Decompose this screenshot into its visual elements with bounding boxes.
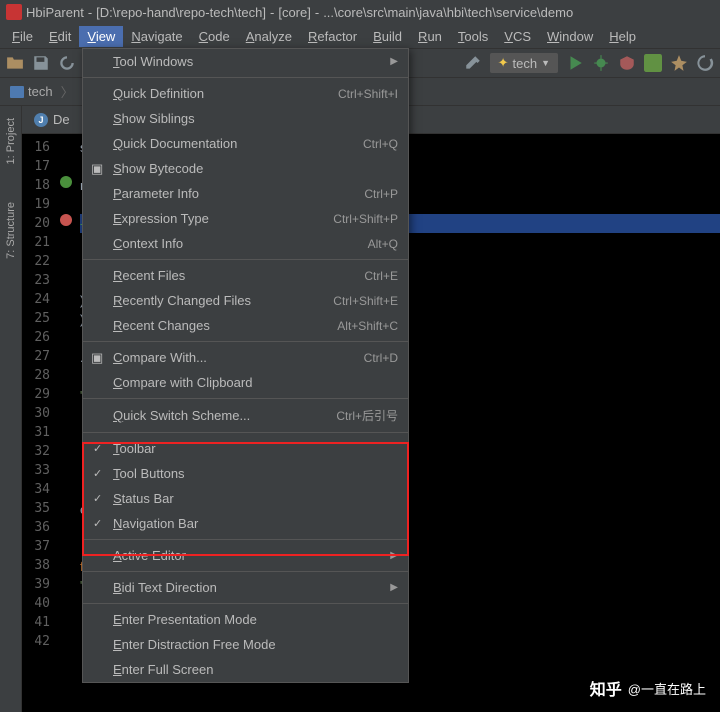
- menu-item-compare-with-clipboard[interactable]: Compare with Clipboard: [83, 370, 408, 395]
- app-icon: [6, 4, 22, 20]
- run-config-selector[interactable]: ✦ tech ▼: [490, 53, 558, 73]
- title-path: [D:\repo-hand\repo-tech\tech]: [96, 5, 266, 20]
- item-icon: ▣: [91, 350, 107, 366]
- menu-item-toolbar[interactable]: ✓Toolbar: [83, 436, 408, 461]
- menu-refactor[interactable]: Refactor: [300, 26, 365, 47]
- check-icon: ✓: [93, 467, 102, 480]
- menu-analyze[interactable]: Analyze: [238, 26, 300, 47]
- jr-icon[interactable]: [644, 54, 662, 72]
- save-icon[interactable]: [32, 54, 50, 72]
- editor-tab[interactable]: JDe: [22, 107, 83, 132]
- spark-icon[interactable]: [670, 54, 688, 72]
- menu-view[interactable]: View: [79, 26, 123, 47]
- line-number-gutter: 1617181920212223242526272829303132333435…: [22, 134, 56, 712]
- menu-item-bidi-text-direction[interactable]: Bidi Text Direction▶: [83, 575, 408, 600]
- menu-bar: FileEditViewNavigateCodeAnalyzeRefactorB…: [0, 24, 720, 48]
- title-app: HbiParent: [26, 5, 84, 20]
- hammer-icon[interactable]: [464, 54, 482, 72]
- menu-vcs[interactable]: VCS: [496, 26, 539, 47]
- menu-window[interactable]: Window: [539, 26, 601, 47]
- menu-build[interactable]: Build: [365, 26, 410, 47]
- menu-item-enter-full-screen[interactable]: Enter Full Screen: [83, 657, 408, 682]
- menu-item-recently-changed-files[interactable]: Recently Changed FilesCtrl+Shift+E: [83, 288, 408, 313]
- tool-window-bar: 1: Project 7: Structure: [0, 106, 22, 712]
- menu-item-recent-files[interactable]: Recent FilesCtrl+E: [83, 263, 408, 288]
- menu-item-quick-switch-scheme-[interactable]: Quick Switch Scheme...Ctrl+后引号: [83, 402, 408, 429]
- debug-icon[interactable]: [592, 54, 610, 72]
- breakpoint-icon[interactable]: [60, 214, 72, 226]
- menu-item-compare-with-[interactable]: ▣Compare With...Ctrl+D: [83, 345, 408, 370]
- submenu-arrow-icon: ▶: [390, 550, 398, 561]
- menu-item-active-editor[interactable]: Active Editor▶: [83, 543, 408, 568]
- menu-item-status-bar[interactable]: ✓Status Bar: [83, 486, 408, 511]
- sidebar-tab-project[interactable]: 1: Project: [3, 114, 19, 168]
- view-menu-dropdown: Tool Windows▶ Quick DefinitionCtrl+Shift+…: [82, 48, 409, 683]
- menu-item-show-bytecode[interactable]: ▣Show Bytecode: [83, 156, 408, 181]
- menu-item-show-siblings[interactable]: Show Siblings: [83, 106, 408, 131]
- run-icon[interactable]: [566, 54, 584, 72]
- menu-item-quick-definition[interactable]: Quick DefinitionCtrl+Shift+I: [83, 81, 408, 106]
- menu-item-context-info[interactable]: Context InfoAlt+Q: [83, 231, 408, 256]
- check-icon: ✓: [93, 442, 102, 455]
- title-bar: HbiParent - [D:\repo-hand\repo-tech\tech…: [0, 0, 720, 24]
- submenu-arrow-icon: ▶: [390, 582, 398, 593]
- open-icon[interactable]: [6, 54, 24, 72]
- menu-item-enter-distraction-free-mode[interactable]: Enter Distraction Free Mode: [83, 632, 408, 657]
- menu-item-navigation-bar[interactable]: ✓Navigation Bar: [83, 511, 408, 536]
- menu-tools[interactable]: Tools: [450, 26, 496, 47]
- title-module: [core]: [278, 5, 311, 20]
- item-icon: ▣: [91, 161, 107, 177]
- menu-file[interactable]: File: [4, 26, 41, 47]
- watermark: 知乎 @一直在路上: [590, 676, 706, 700]
- menu-run[interactable]: Run: [410, 26, 450, 47]
- menu-item-expression-type[interactable]: Expression TypeCtrl+Shift+P: [83, 206, 408, 231]
- menu-code[interactable]: Code: [191, 26, 238, 47]
- submenu-arrow-icon: ▶: [390, 56, 398, 67]
- menu-item-recent-changes[interactable]: Recent ChangesAlt+Shift+C: [83, 313, 408, 338]
- breadcrumb-item[interactable]: tech: [6, 82, 57, 101]
- sync-icon[interactable]: [58, 54, 76, 72]
- refresh-icon[interactable]: [696, 54, 714, 72]
- run-marker-icon[interactable]: [60, 176, 72, 188]
- coverage-icon[interactable]: [618, 54, 636, 72]
- title-file: ...\core\src\main\java\hbi\tech\service\…: [323, 5, 573, 20]
- menu-item-quick-documentation[interactable]: Quick DocumentationCtrl+Q: [83, 131, 408, 156]
- sidebar-tab-structure[interactable]: 7: Structure: [3, 198, 19, 263]
- menu-edit[interactable]: Edit: [41, 26, 79, 47]
- menu-item-tool-windows[interactable]: Tool Windows▶: [83, 49, 408, 74]
- menu-item-parameter-info[interactable]: Parameter InfoCtrl+P: [83, 181, 408, 206]
- check-icon: ✓: [93, 492, 102, 505]
- menu-navigate[interactable]: Navigate: [123, 26, 190, 47]
- marker-gutter: [56, 134, 76, 712]
- menu-help[interactable]: Help: [601, 26, 644, 47]
- run-config-label: tech: [513, 56, 538, 71]
- java-file-icon: J: [34, 113, 48, 127]
- zhihu-logo: 知乎: [590, 676, 622, 700]
- menu-item-tool-buttons[interactable]: ✓Tool Buttons: [83, 461, 408, 486]
- check-icon: ✓: [93, 517, 102, 530]
- menu-item-enter-presentation-mode[interactable]: Enter Presentation Mode: [83, 607, 408, 632]
- watermark-text: @一直在路上: [628, 679, 706, 698]
